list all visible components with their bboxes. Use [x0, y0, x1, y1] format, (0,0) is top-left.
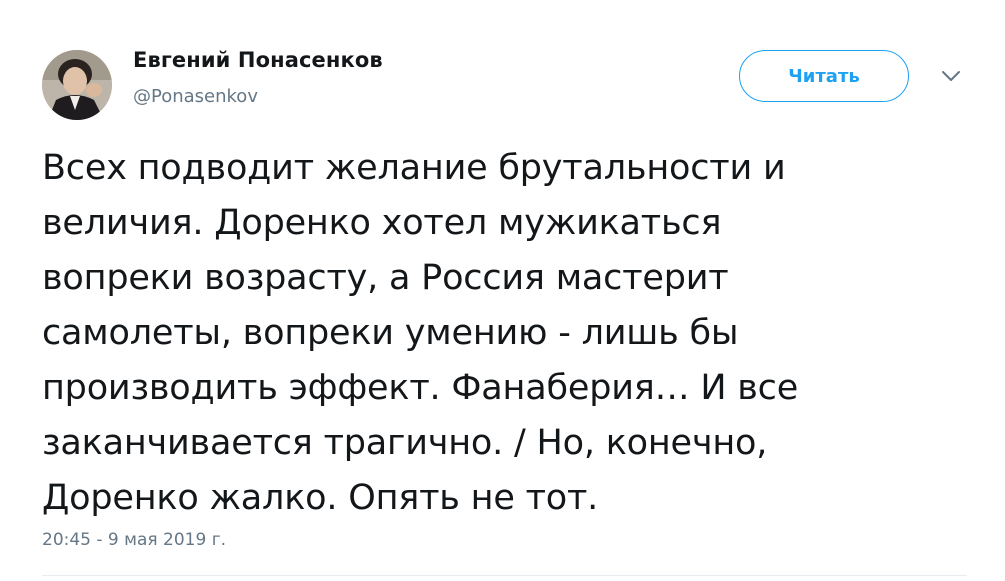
divider	[42, 575, 967, 576]
chevron-down-icon[interactable]	[940, 68, 962, 84]
tweet-card: Евгений Понасенков @Ponasenkov Читать Вс…	[0, 0, 1005, 581]
avatar[interactable]	[42, 50, 112, 120]
author-name[interactable]: Евгений Понасенков	[133, 48, 383, 72]
author-handle[interactable]: @Ponasenkov	[133, 86, 258, 107]
follow-button[interactable]: Читать	[739, 50, 909, 102]
avatar-image	[42, 50, 112, 120]
tweet-timestamp[interactable]: 20:45 - 9 мая 2019 г.	[42, 530, 226, 550]
tweet-text: Всех подводит желание брутальности и вел…	[42, 148, 799, 518]
